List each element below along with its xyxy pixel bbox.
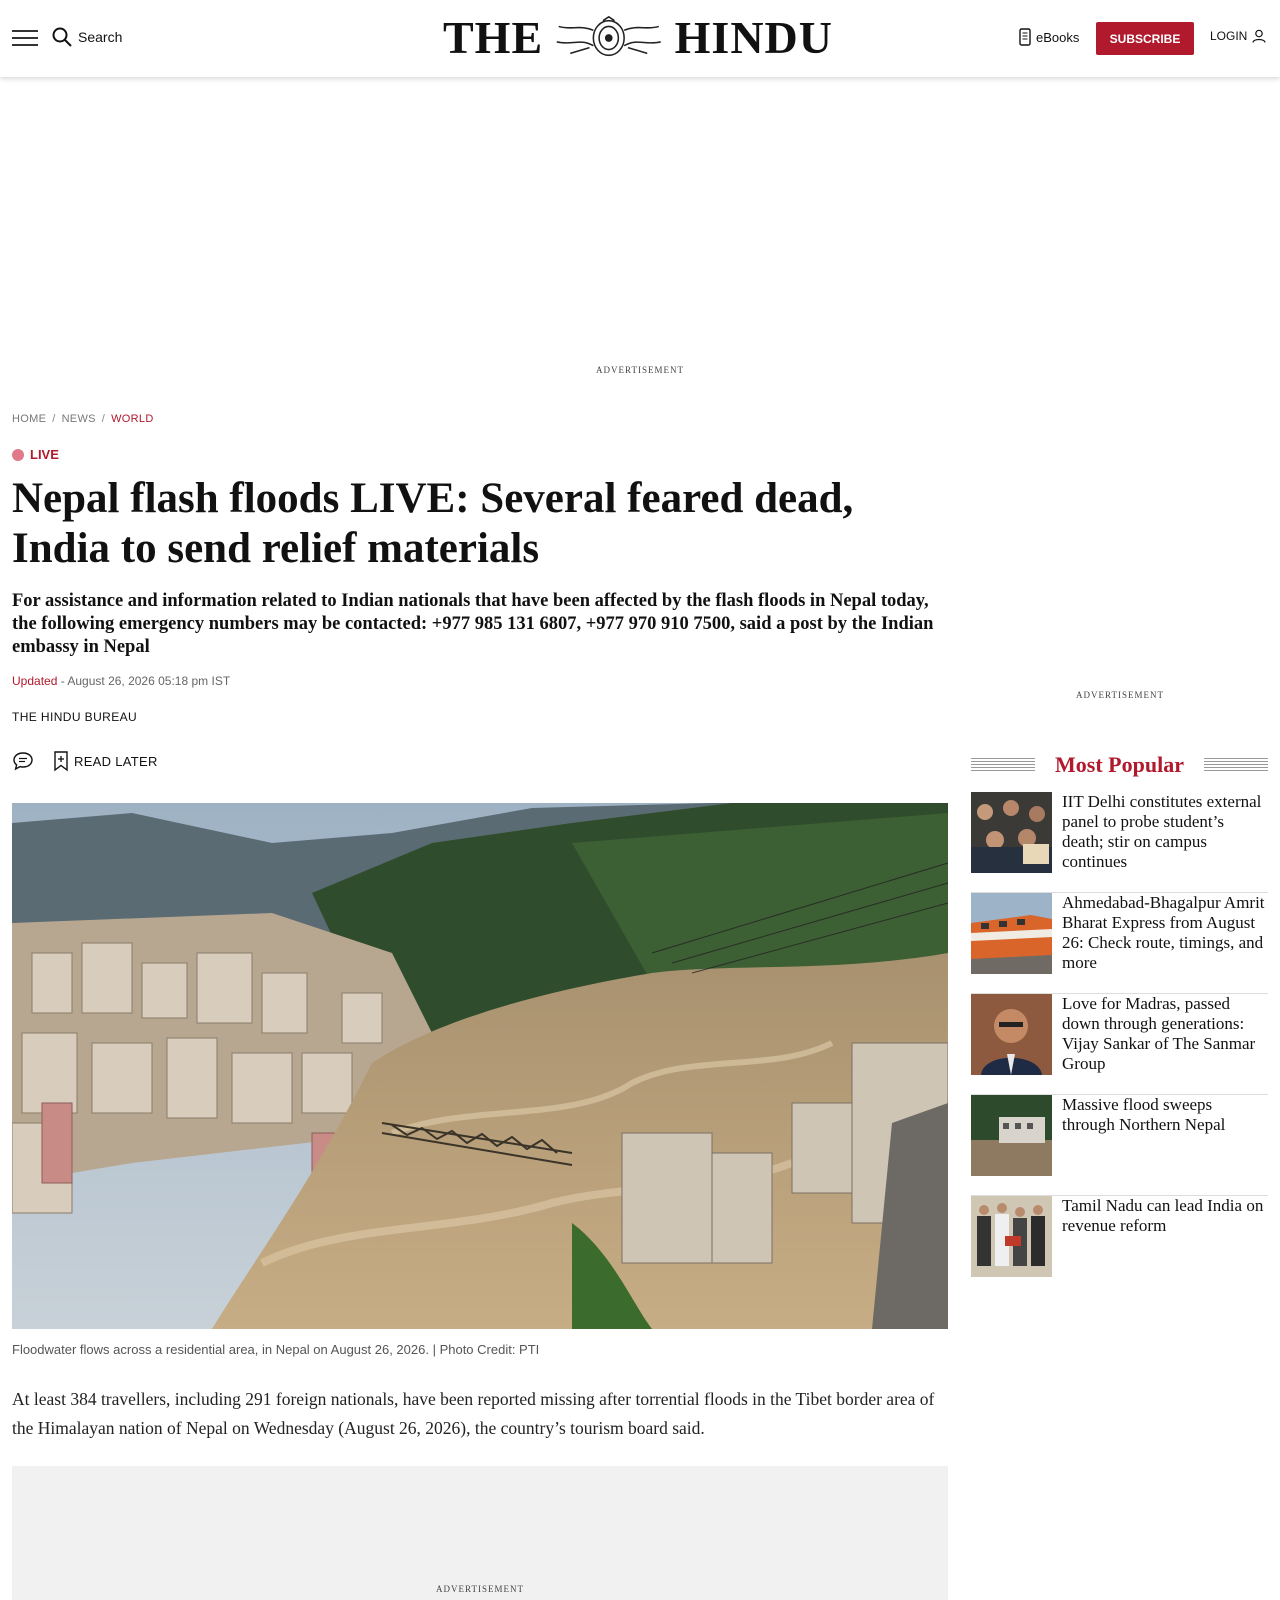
login-label: LOGIN bbox=[1210, 29, 1248, 43]
breadcrumb-world[interactable]: WORLD bbox=[111, 413, 153, 425]
most-popular-headline[interactable]: Love for Madras, passed down through gen… bbox=[1062, 994, 1268, 1094]
most-popular-thumbnail[interactable] bbox=[971, 994, 1052, 1075]
image-caption: Floodwater flows across a residential ar… bbox=[12, 1342, 540, 1357]
subscribe-button[interactable]: SUBSCRIBE bbox=[1096, 22, 1194, 55]
most-popular-item[interactable]: Love for Madras, passed down through gen… bbox=[971, 994, 1268, 1095]
search-icon bbox=[52, 27, 72, 47]
most-popular-title: Most Popular bbox=[1055, 752, 1184, 777]
updated-label: Updated bbox=[12, 674, 58, 688]
logo-text-the: THE bbox=[443, 12, 544, 63]
live-dot-icon bbox=[12, 448, 24, 461]
most-popular-thumbnail[interactable] bbox=[971, 1196, 1052, 1277]
most-popular-item[interactable]: Tamil Nadu can lead India on revenue ref… bbox=[971, 1196, 1268, 1297]
menu-icon[interactable] bbox=[12, 30, 38, 47]
most-popular-header: Most Popular bbox=[971, 752, 1268, 778]
most-popular-thumbnail[interactable] bbox=[971, 1095, 1052, 1176]
ad-label-inline: ADVERTISEMENT bbox=[436, 1584, 524, 1594]
live-badge: LIVE bbox=[12, 447, 59, 462]
most-popular-headline[interactable]: Ahmedabad-Bhagalpur Amrit Bharat Express… bbox=[1062, 893, 1268, 993]
ebook-icon bbox=[1019, 28, 1031, 46]
most-popular-item[interactable]: IIT Delhi constitutes external panel to … bbox=[971, 792, 1268, 893]
most-popular-item[interactable]: Massive flood sweeps through Northern Ne… bbox=[971, 1095, 1268, 1196]
bookmark-icon bbox=[54, 751, 68, 772]
comment-icon bbox=[13, 752, 33, 771]
most-popular-thumbnail[interactable] bbox=[971, 893, 1052, 974]
article-hero-image[interactable] bbox=[12, 803, 948, 1329]
byline[interactable]: THE HINDU BUREAU bbox=[12, 710, 137, 724]
most-popular-headline[interactable]: Massive flood sweeps through Northern Ne… bbox=[1062, 1095, 1268, 1195]
login-button[interactable]: LOGIN bbox=[1210, 29, 1266, 43]
ad-label-top: ADVERTISEMENT bbox=[596, 365, 684, 375]
breadcrumb-home[interactable]: HOME bbox=[12, 413, 46, 425]
article-actions: READ LATER bbox=[12, 750, 158, 772]
most-popular-item[interactable]: Ahmedabad-Bhagalpur Amrit Bharat Express… bbox=[971, 893, 1268, 994]
read-later-label: READ LATER bbox=[74, 753, 158, 769]
article-body-paragraph: At least 384 travellers, including 291 f… bbox=[12, 1389, 935, 1438]
most-popular-list: IIT Delhi constitutes external panel to … bbox=[971, 792, 1268, 1297]
flood-photo bbox=[12, 803, 948, 1329]
comment-button[interactable] bbox=[12, 751, 34, 771]
site-header: Search THE HINDU eBooks SUBSCRIBE LOGIN bbox=[0, 0, 1280, 77]
emblem-icon bbox=[556, 16, 662, 57]
decorative-stripes bbox=[1203, 758, 1268, 772]
breadcrumb-news[interactable]: NEWS bbox=[62, 413, 96, 425]
ebooks-label: eBooks bbox=[1036, 29, 1080, 45]
logo-text-hindu: HINDU bbox=[674, 12, 833, 63]
user-icon bbox=[1252, 29, 1266, 43]
breadcrumb-separator: / bbox=[52, 413, 56, 425]
ebooks-link[interactable]: eBooks bbox=[1019, 28, 1079, 46]
search-label: Search bbox=[78, 29, 123, 45]
breadcrumb: HOME / NEWS / WORLD bbox=[12, 413, 154, 425]
most-popular-headline[interactable]: IIT Delhi constitutes external panel to … bbox=[1062, 792, 1268, 892]
site-logo[interactable]: THE HINDU bbox=[443, 14, 833, 62]
live-label: LIVE bbox=[30, 447, 59, 462]
breadcrumb-separator: / bbox=[101, 413, 106, 425]
ad-label-sidebar: ADVERTISEMENT bbox=[1076, 690, 1164, 700]
article-subhead: For assistance and information related t… bbox=[12, 591, 934, 657]
read-later-button[interactable]: READ LATER bbox=[52, 750, 158, 772]
most-popular-thumbnail[interactable] bbox=[971, 792, 1052, 873]
decorative-stripes bbox=[971, 758, 1035, 772]
updated-timestamp: Updated - August 26, 2026 05:18 pm IST bbox=[12, 674, 230, 688]
search-button[interactable]: Search bbox=[52, 27, 122, 47]
updated-time: - August 26, 2026 05:18 pm IST bbox=[57, 674, 231, 688]
article-headline: Nepal flash floods LIVE: Several feared … bbox=[12, 475, 854, 572]
most-popular-headline[interactable]: Tamil Nadu can lead India on revenue ref… bbox=[1062, 1196, 1268, 1297]
inline-ad: ADVERTISEMENT bbox=[12, 1466, 948, 1600]
